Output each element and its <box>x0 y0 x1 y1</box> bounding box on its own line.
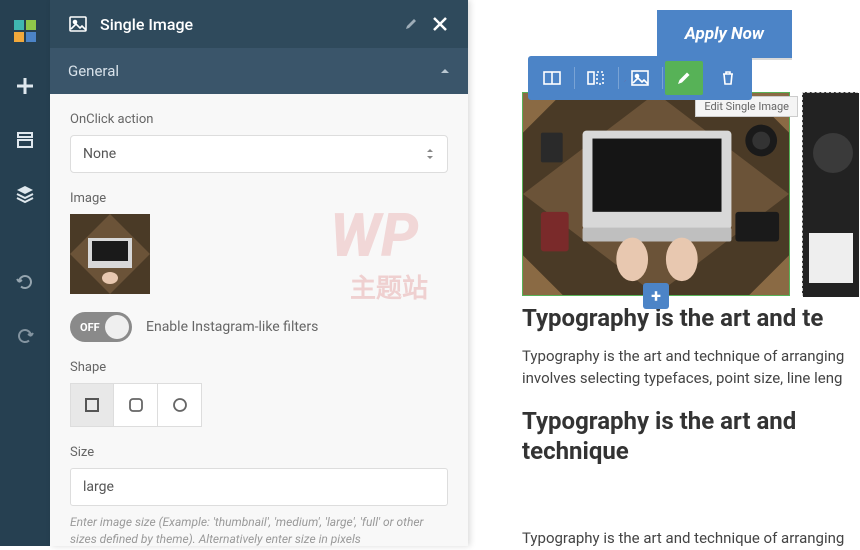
adjacent-image-element[interactable] <box>802 92 858 296</box>
selected-image-element[interactable]: + <box>522 92 790 296</box>
layers-icon[interactable] <box>13 182 37 206</box>
image-thumbnail[interactable] <box>70 214 150 294</box>
image-icon <box>68 14 88 34</box>
size-label: Size <box>70 445 448 460</box>
chevron-up-icon <box>440 66 450 76</box>
section-label: General <box>68 62 119 80</box>
onclick-value: None <box>83 146 116 162</box>
redo-icon[interactable] <box>13 324 37 348</box>
heading-2: Typography is the art and technique <box>522 406 850 466</box>
caret-icon <box>425 147 435 161</box>
panel-title: Single Image <box>100 15 392 34</box>
element-image-icon[interactable] <box>621 61 659 95</box>
filters-row: OFF Enable Instagram-like filters <box>70 312 448 342</box>
paragraph-1b: involves selecting typefaces, point size… <box>522 368 860 390</box>
add-element-icon[interactable] <box>13 74 37 98</box>
filters-toggle[interactable]: OFF <box>70 312 132 342</box>
rename-icon[interactable] <box>404 17 418 31</box>
section-general[interactable]: General <box>50 48 468 94</box>
panel-body: OnClick action None Image OFF Enable Ins… <box>50 94 468 546</box>
apply-button[interactable]: Apply Now <box>657 10 792 58</box>
close-icon[interactable] <box>430 14 450 34</box>
toggle-knob <box>105 315 129 339</box>
shape-row <box>70 383 448 427</box>
templates-icon[interactable] <box>13 128 37 152</box>
toggle-off-label: OFF <box>80 321 100 334</box>
paragraph-2: Typography is the art and technique of a… <box>522 528 860 550</box>
size-input[interactable] <box>70 468 448 506</box>
size-help: Enter image size (Example: 'thumbnail', … <box>70 514 448 546</box>
panel-header: Single Image <box>50 0 468 48</box>
row-icon[interactable] <box>533 61 571 95</box>
editor-panel: Single Image General OnClick action None… <box>50 0 468 546</box>
add-element-button[interactable]: + <box>643 283 669 309</box>
paragraph-1a: Typography is the art and technique of a… <box>522 346 860 368</box>
filters-label: Enable Instagram-like filters <box>146 319 318 335</box>
delete-button[interactable] <box>709 61 747 95</box>
app-logo <box>12 18 38 44</box>
shape-label: Shape <box>70 360 448 375</box>
image-label: Image <box>70 191 448 206</box>
edit-button[interactable] <box>665 61 703 95</box>
onclick-select[interactable]: None <box>70 135 448 173</box>
shape-circle[interactable] <box>158 383 202 427</box>
element-toolbar <box>528 56 752 100</box>
shape-square-filled[interactable] <box>70 383 114 427</box>
undo-icon[interactable] <box>13 270 37 294</box>
column-icon[interactable] <box>577 61 615 95</box>
heading-1: Typography is the art and te <box>522 304 860 332</box>
left-rail <box>0 0 50 546</box>
onclick-label: OnClick action <box>70 112 448 127</box>
shape-square-outline[interactable] <box>114 383 158 427</box>
